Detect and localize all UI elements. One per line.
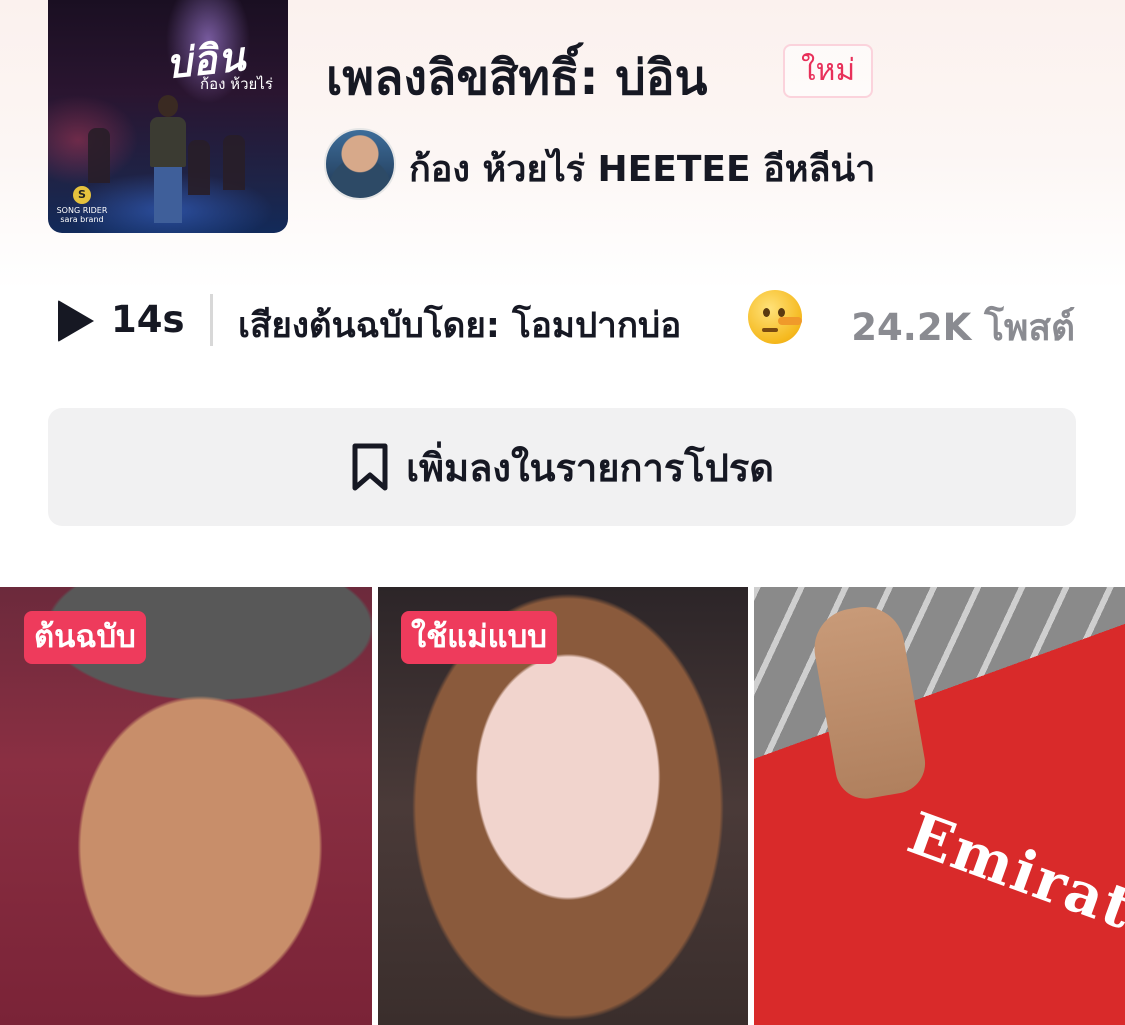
- artist-avatar[interactable]: [324, 128, 396, 200]
- lying-face-emoji: [748, 290, 802, 344]
- cover-singer: [148, 95, 188, 223]
- artist-names[interactable]: ก้อง ห้วยไร่ HEETEE อีหลีน่า: [409, 140, 875, 197]
- play-icon[interactable]: [58, 300, 94, 342]
- divider: [210, 294, 213, 346]
- shirt-graphic: Emirat: [899, 798, 1125, 944]
- cover-artist-art: ก้อง ห้วยไร่: [200, 75, 273, 93]
- original-tag: ต้นฉบับ: [24, 611, 146, 664]
- cover-label-text: SONG RIDER: [56, 206, 108, 215]
- video-thumbnail[interactable]: ต้นฉบับ: [0, 587, 372, 1025]
- cover-label-logo: S SONG RIDER sara brand: [56, 186, 108, 224]
- peace-sign-hand: [808, 600, 930, 804]
- song-title: เพลงลิขสิทธิ์: บ่อิน: [326, 50, 708, 106]
- template-tag: ใช้แม่แบบ: [401, 611, 557, 664]
- sound-stats-row: 14s เสียงต้นฉบับโดย: โอมปากบ่อ 24.2K โพส…: [0, 288, 1125, 354]
- cover-band-member: [88, 128, 110, 183]
- cover-band-member: [223, 135, 245, 190]
- cover-band-member: [188, 140, 210, 195]
- cover-label-subtext: sara brand: [60, 215, 104, 224]
- bookmark-icon: [352, 443, 388, 491]
- duration-label: 14s: [111, 298, 185, 341]
- album-cover[interactable]: บ่อิน ก้อง ห้วยไร่ S SONG RIDER sara bra…: [48, 0, 288, 233]
- video-thumbnail[interactable]: Emirat: [754, 587, 1125, 1025]
- add-to-favorites-label: เพิ่มลงในรายการโปรด: [406, 445, 774, 490]
- new-badge: ใหม่: [783, 44, 874, 98]
- video-thumbnail[interactable]: ใช้แม่แบบ: [378, 587, 748, 1025]
- add-to-favorites-button[interactable]: เพิ่มลงในรายการโปรด: [48, 408, 1076, 526]
- post-count: 24.2K โพสต์: [851, 306, 1075, 349]
- original-sound-credit[interactable]: เสียงต้นฉบับโดย: โอมปากบ่อ: [238, 298, 681, 353]
